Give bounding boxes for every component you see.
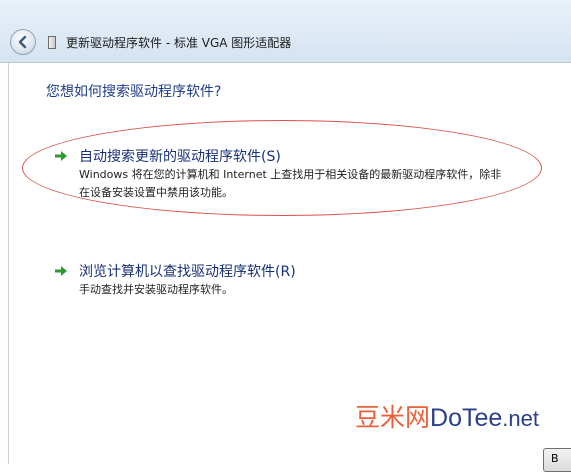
green-arrow-icon <box>55 151 67 161</box>
back-arrow-icon <box>18 35 27 49</box>
watermark: 豆米网DoTee.net <box>355 398 539 434</box>
green-arrow-icon <box>55 266 67 276</box>
device-icon <box>48 36 56 49</box>
option-title[interactable]: 自动搜索更新的驱动程序软件(S) <box>79 146 281 166</box>
back-button[interactable] <box>10 29 36 55</box>
title-bar: 更新驱动程序软件 - 标准 VGA 图形适配器 <box>0 0 571 63</box>
page-heading: 您想如何搜索驱动程序软件? <box>46 84 222 100</box>
watermark-cn: 豆米网 <box>355 404 431 432</box>
watermark-domain: .net <box>502 406 539 431</box>
next-button[interactable]: B <box>543 448 571 472</box>
window-title: 更新驱动程序软件 - 标准 VGA 图形适配器 <box>66 36 292 50</box>
option-description: 手动查找并安装驱动程序软件。 <box>79 283 233 296</box>
option-title[interactable]: 浏览计算机以查找驱动程序软件(R) <box>79 261 296 281</box>
option-description: Windows 将在您的计算机和 Internet 上查找用于相关设备的最新驱动… <box>79 168 502 199</box>
watermark-brand: DoTee <box>430 404 503 432</box>
